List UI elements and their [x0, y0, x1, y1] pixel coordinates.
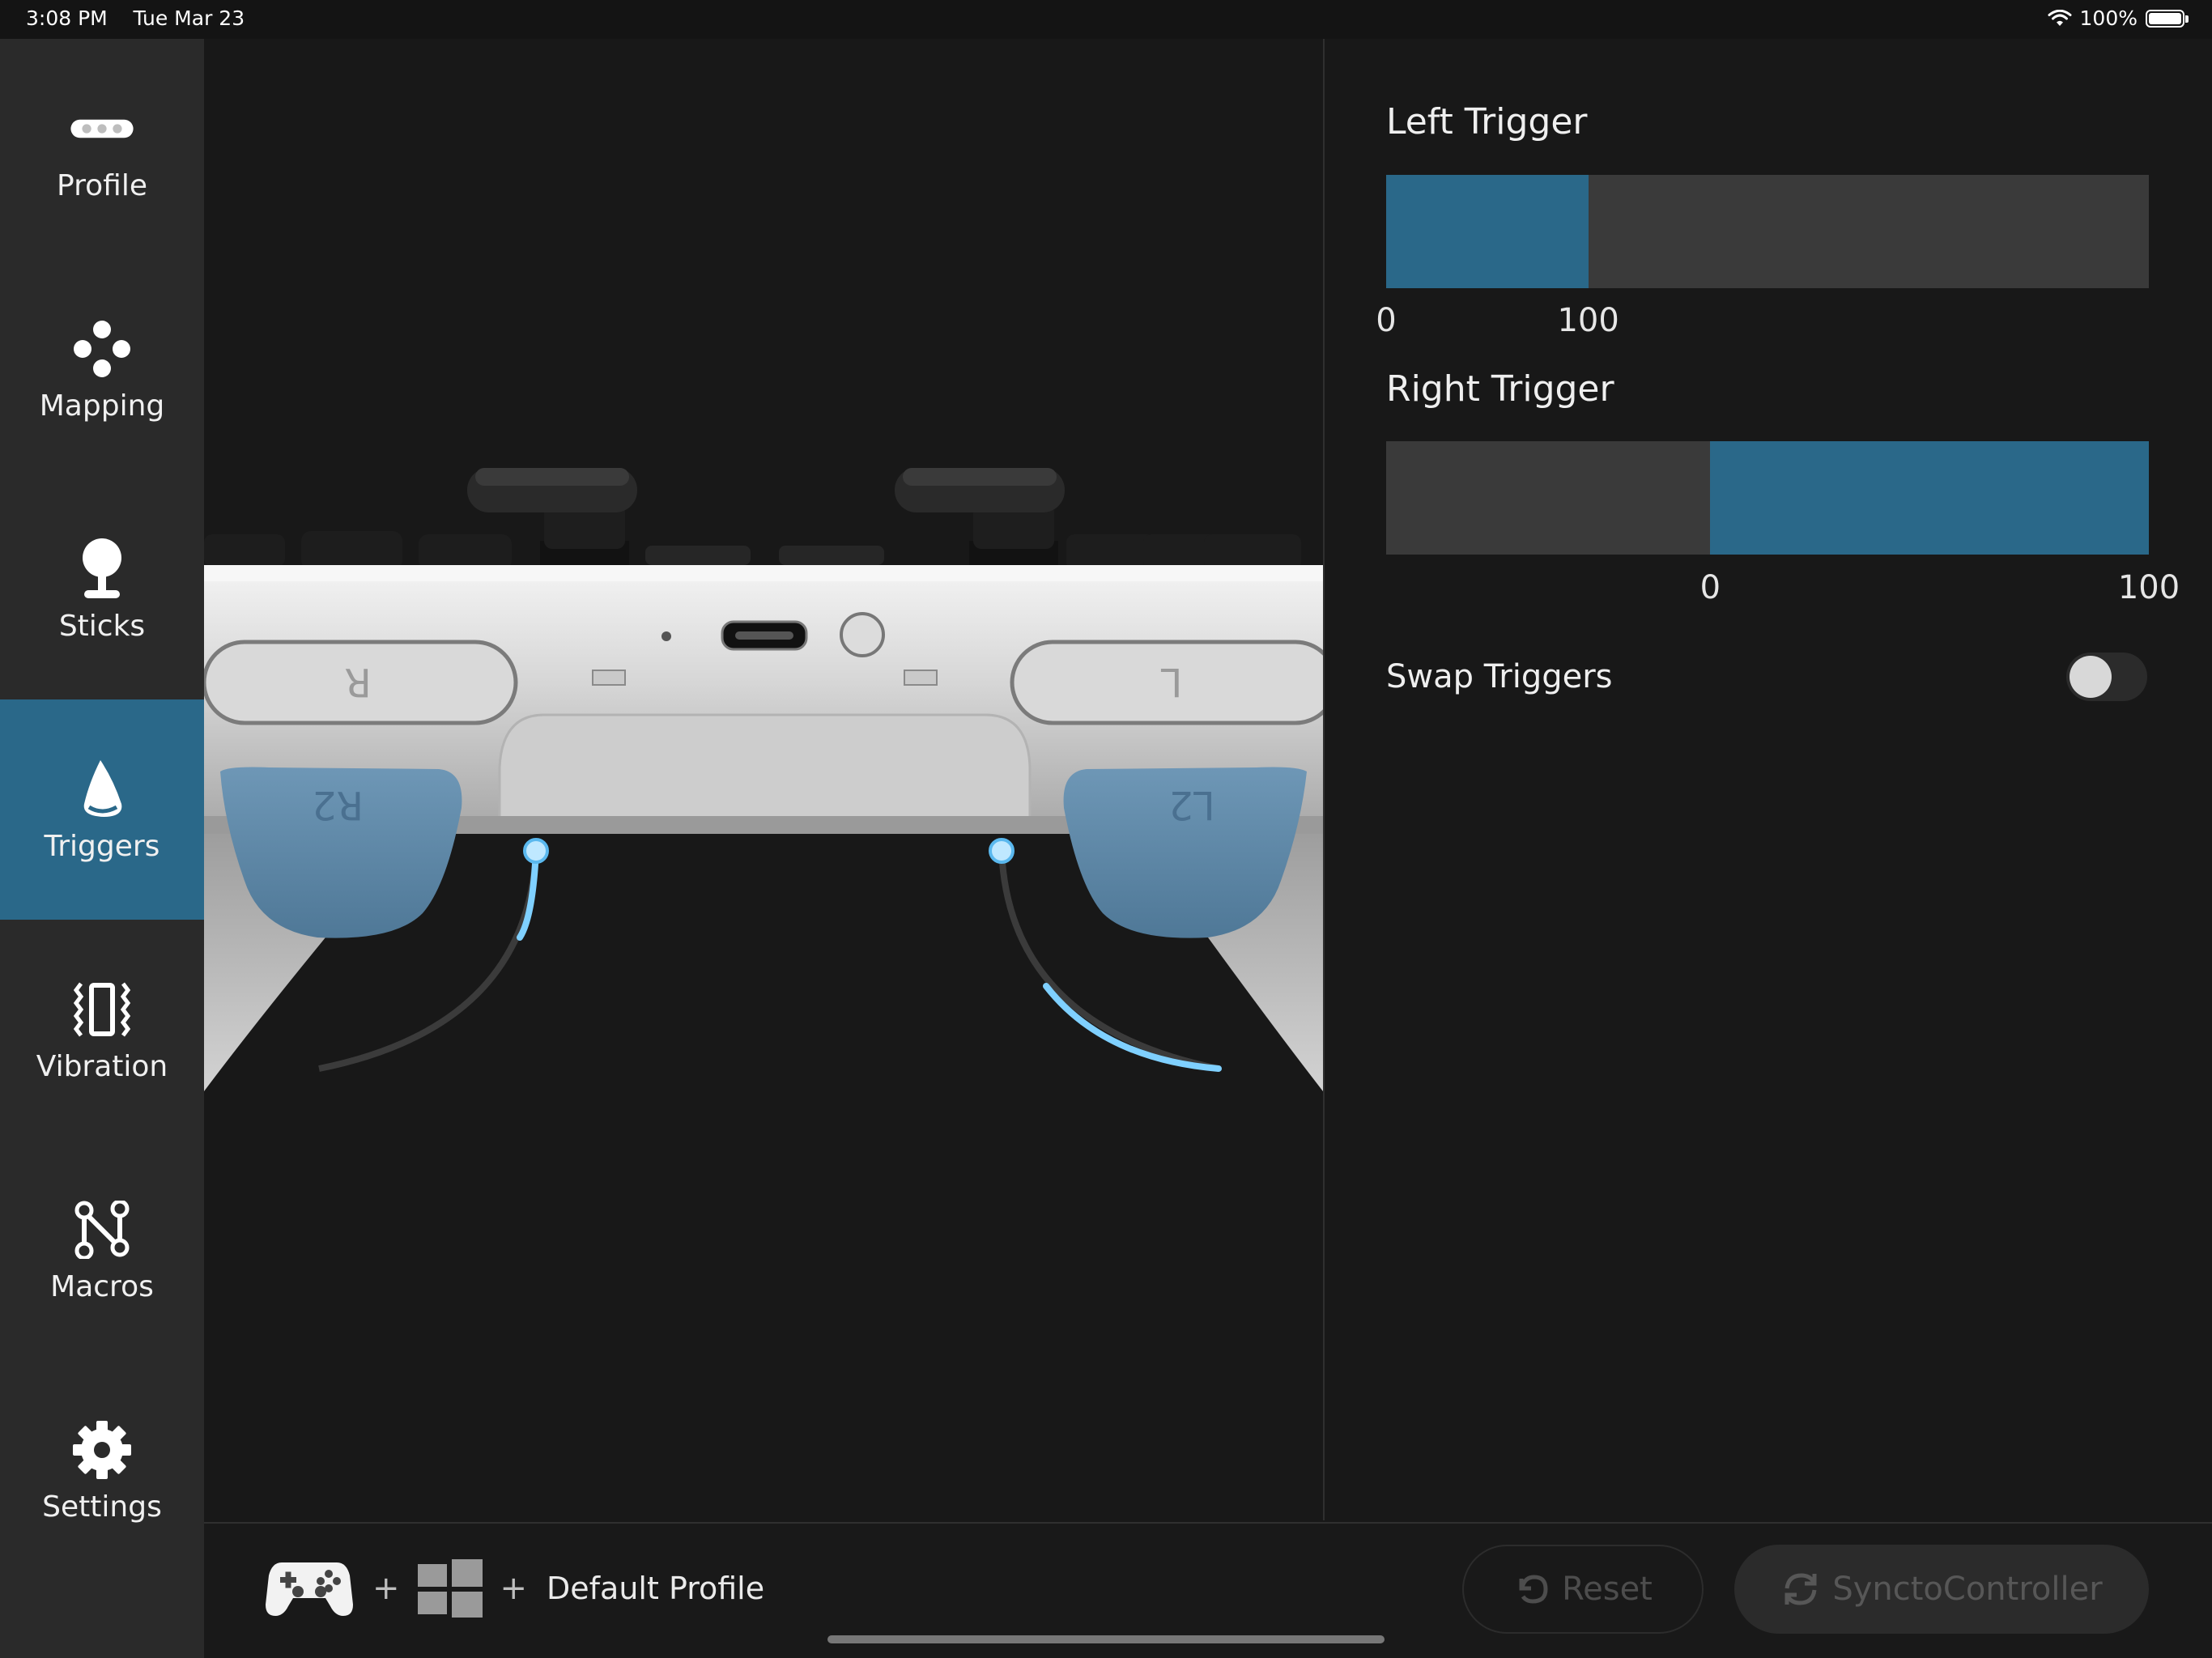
sidebar: Profile Mapping Sticks Triggers Vibratio… [0, 39, 204, 1658]
clock: 3:08 PM [26, 6, 108, 30]
left-trigger-title: Left Trigger [1386, 101, 1588, 142]
battery-icon [2146, 9, 2189, 28]
left-bumper: L [1010, 640, 1323, 725]
sidebar-item-macros[interactable]: Macros [0, 1140, 204, 1360]
battery-percent: 100% [2079, 6, 2138, 30]
right-trigger-title: Right Trigger [1386, 368, 1614, 410]
status-bar: 3:08 PM Tue Mar 23 100% [0, 0, 2212, 39]
undo-icon [1519, 1575, 1548, 1604]
windows-icon [417, 1559, 483, 1618]
sidebar-item-label: Macros [50, 1269, 154, 1303]
left-trigger-range-slider[interactable] [1386, 175, 2149, 288]
face-buttons-top [204, 531, 1301, 570]
right-trigger-min-label: 0 [1699, 569, 1721, 606]
sidebar-item-vibration[interactable]: Vibration [0, 920, 204, 1140]
reset-button[interactable]: Reset [1462, 1545, 1704, 1634]
sidebar-item-profile[interactable]: Profile [0, 39, 204, 259]
sync-to-controller-button[interactable]: SynctoController [1734, 1545, 2149, 1634]
controller-illustration: R L R2 L2 [204, 468, 1323, 1091]
sync-icon [1784, 1573, 1817, 1605]
swap-triggers-label: Swap Triggers [1386, 658, 1613, 695]
sidebar-item-label: Settings [42, 1490, 162, 1524]
joystick-icon [70, 537, 134, 602]
right-trigger-max-label: 100 [2117, 569, 2180, 606]
vibration-icon [70, 977, 134, 1042]
sync-label: SynctoController [1832, 1571, 2103, 1608]
sidebar-item-sticks[interactable]: Sticks [0, 479, 204, 699]
right-bumper: R [204, 640, 518, 725]
sidebar-item-label: Vibration [36, 1049, 168, 1083]
left-trigger-max-label: 100 [1557, 302, 1619, 339]
right-bumper-label: R [344, 659, 371, 704]
toggle-knob [2069, 656, 2112, 698]
reset-label: Reset [1562, 1571, 1653, 1608]
dpad-dots-icon [70, 317, 134, 381]
sidebar-item-settings[interactable]: Settings [0, 1360, 204, 1580]
right-trigger-range-slider[interactable] [1386, 441, 2149, 555]
l2-label: L2 [1168, 782, 1214, 827]
controller-stage: R L R2 L2 [204, 39, 1323, 1520]
sidebar-item-label: Mapping [39, 389, 165, 423]
profile-name: Default Profile [547, 1571, 765, 1606]
sidebar-item-label: Profile [57, 168, 147, 202]
home-indicator[interactable] [827, 1635, 1385, 1643]
left-trigger-range-fill [1386, 175, 1589, 288]
trigger-icon [70, 757, 134, 822]
macro-nodes-icon [70, 1197, 134, 1262]
left-bumper-label: L [1160, 659, 1182, 704]
sidebar-item-triggers[interactable]: Triggers [0, 699, 204, 920]
gamepad-icon [266, 1562, 353, 1616]
sidebar-item-mapping[interactable]: Mapping [0, 259, 204, 479]
status-time: 3:08 PM Tue Mar 23 [26, 6, 245, 30]
wifi-icon [2048, 9, 2072, 26]
plus-separator: + [500, 1570, 528, 1607]
right-trigger-range-fill [1710, 441, 2149, 555]
date: Tue Mar 23 [133, 6, 245, 30]
panel-divider [1323, 39, 1325, 1520]
plus-separator: + [372, 1570, 400, 1607]
gear-icon [70, 1418, 134, 1482]
r2-label: R2 [312, 782, 364, 827]
sidebar-item-label: Triggers [44, 829, 160, 863]
swap-triggers-toggle[interactable] [2066, 653, 2147, 701]
sidebar-item-label: Sticks [58, 609, 146, 643]
profile-summary: + + Default Profile [264, 1556, 764, 1621]
status-indicators: 100% [2048, 6, 2189, 30]
profile-pill-icon [70, 96, 134, 161]
left-trigger-min-label: 0 [1376, 302, 1397, 339]
